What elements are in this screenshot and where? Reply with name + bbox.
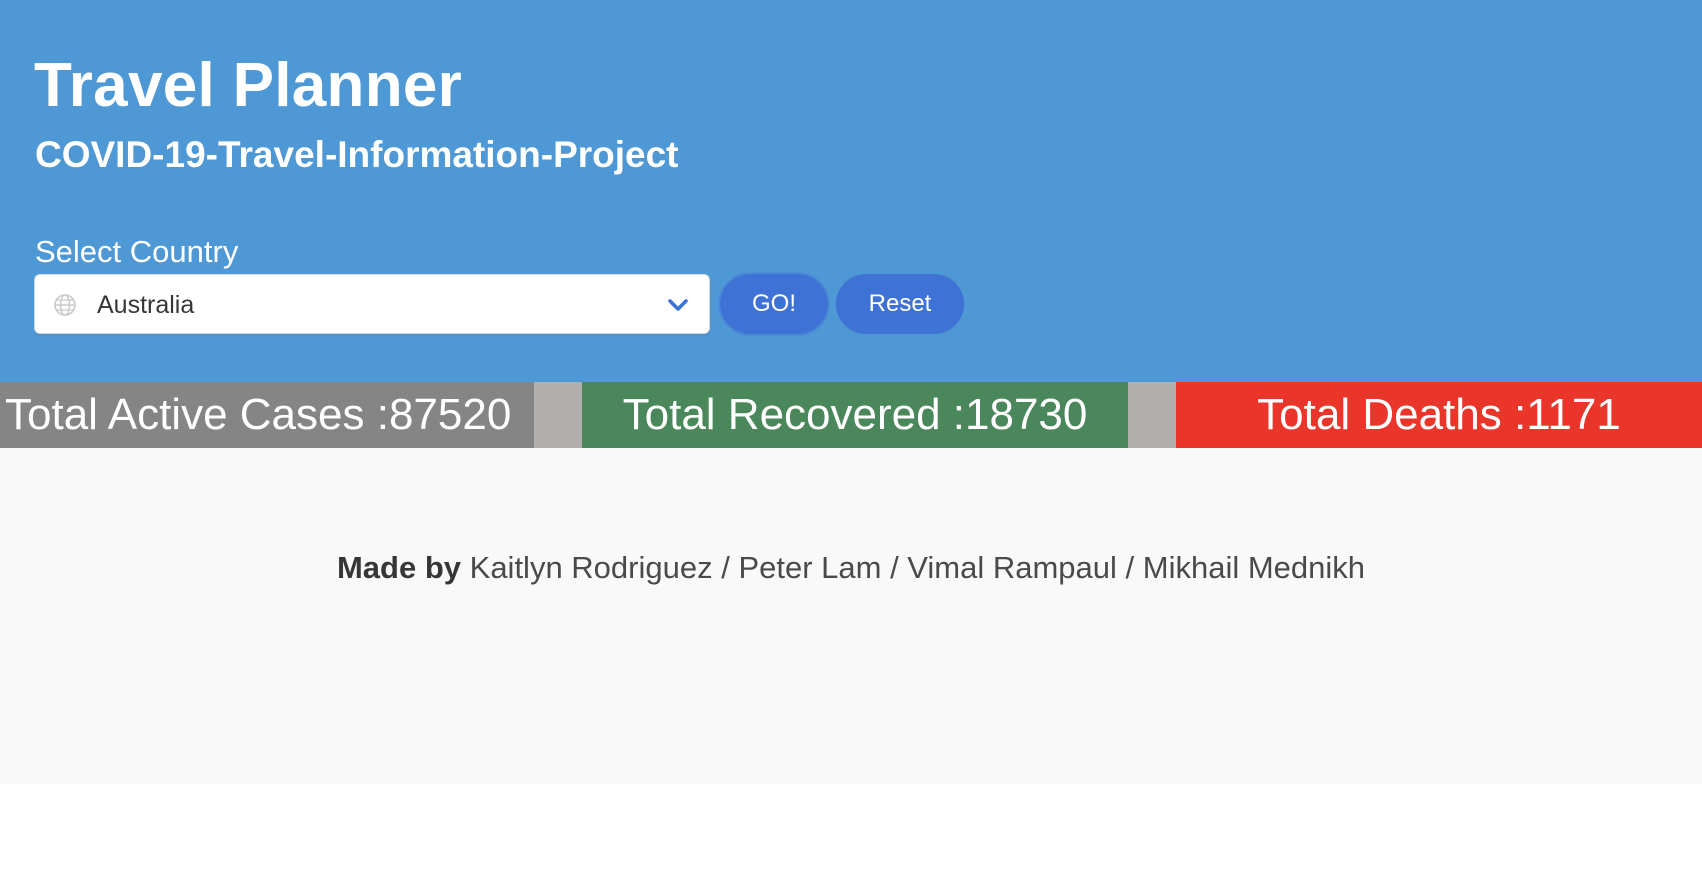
made-by-label: Made by <box>336 550 462 585</box>
authors: Kaitlyn Rodriguez / Peter Lam / Vimal Ra… <box>469 550 1366 585</box>
footer: Made by Kaitlyn Rodriguez / Peter Lam / … <box>0 448 1702 784</box>
select-country-label: Select Country <box>35 234 239 269</box>
total-recovered: Total Recovered :18730 <box>582 382 1128 448</box>
page-subtitle: COVID-19-Travel-Information-Project <box>35 134 679 175</box>
selected-country: Australia <box>97 291 195 319</box>
page-title: Travel Planner <box>34 51 463 120</box>
total-active-cases: Total Active Cases :87520 <box>0 382 534 448</box>
country-select[interactable]: Australia <box>34 274 710 334</box>
credits: Made by Kaitlyn Rodriguez / Peter Lam / … <box>0 548 1702 588</box>
globe-icon <box>54 294 76 316</box>
go-button[interactable]: GO! <box>720 274 828 334</box>
chevron-down-icon <box>668 299 688 311</box>
reset-button[interactable]: Reset <box>836 274 964 334</box>
total-deaths: Total Deaths :1171 <box>1176 382 1702 448</box>
stats-bar: Total Active Cases :87520 Total Recovere… <box>0 382 1702 448</box>
hero-banner: Travel Planner COVID-19-Travel-Informati… <box>0 0 1702 382</box>
